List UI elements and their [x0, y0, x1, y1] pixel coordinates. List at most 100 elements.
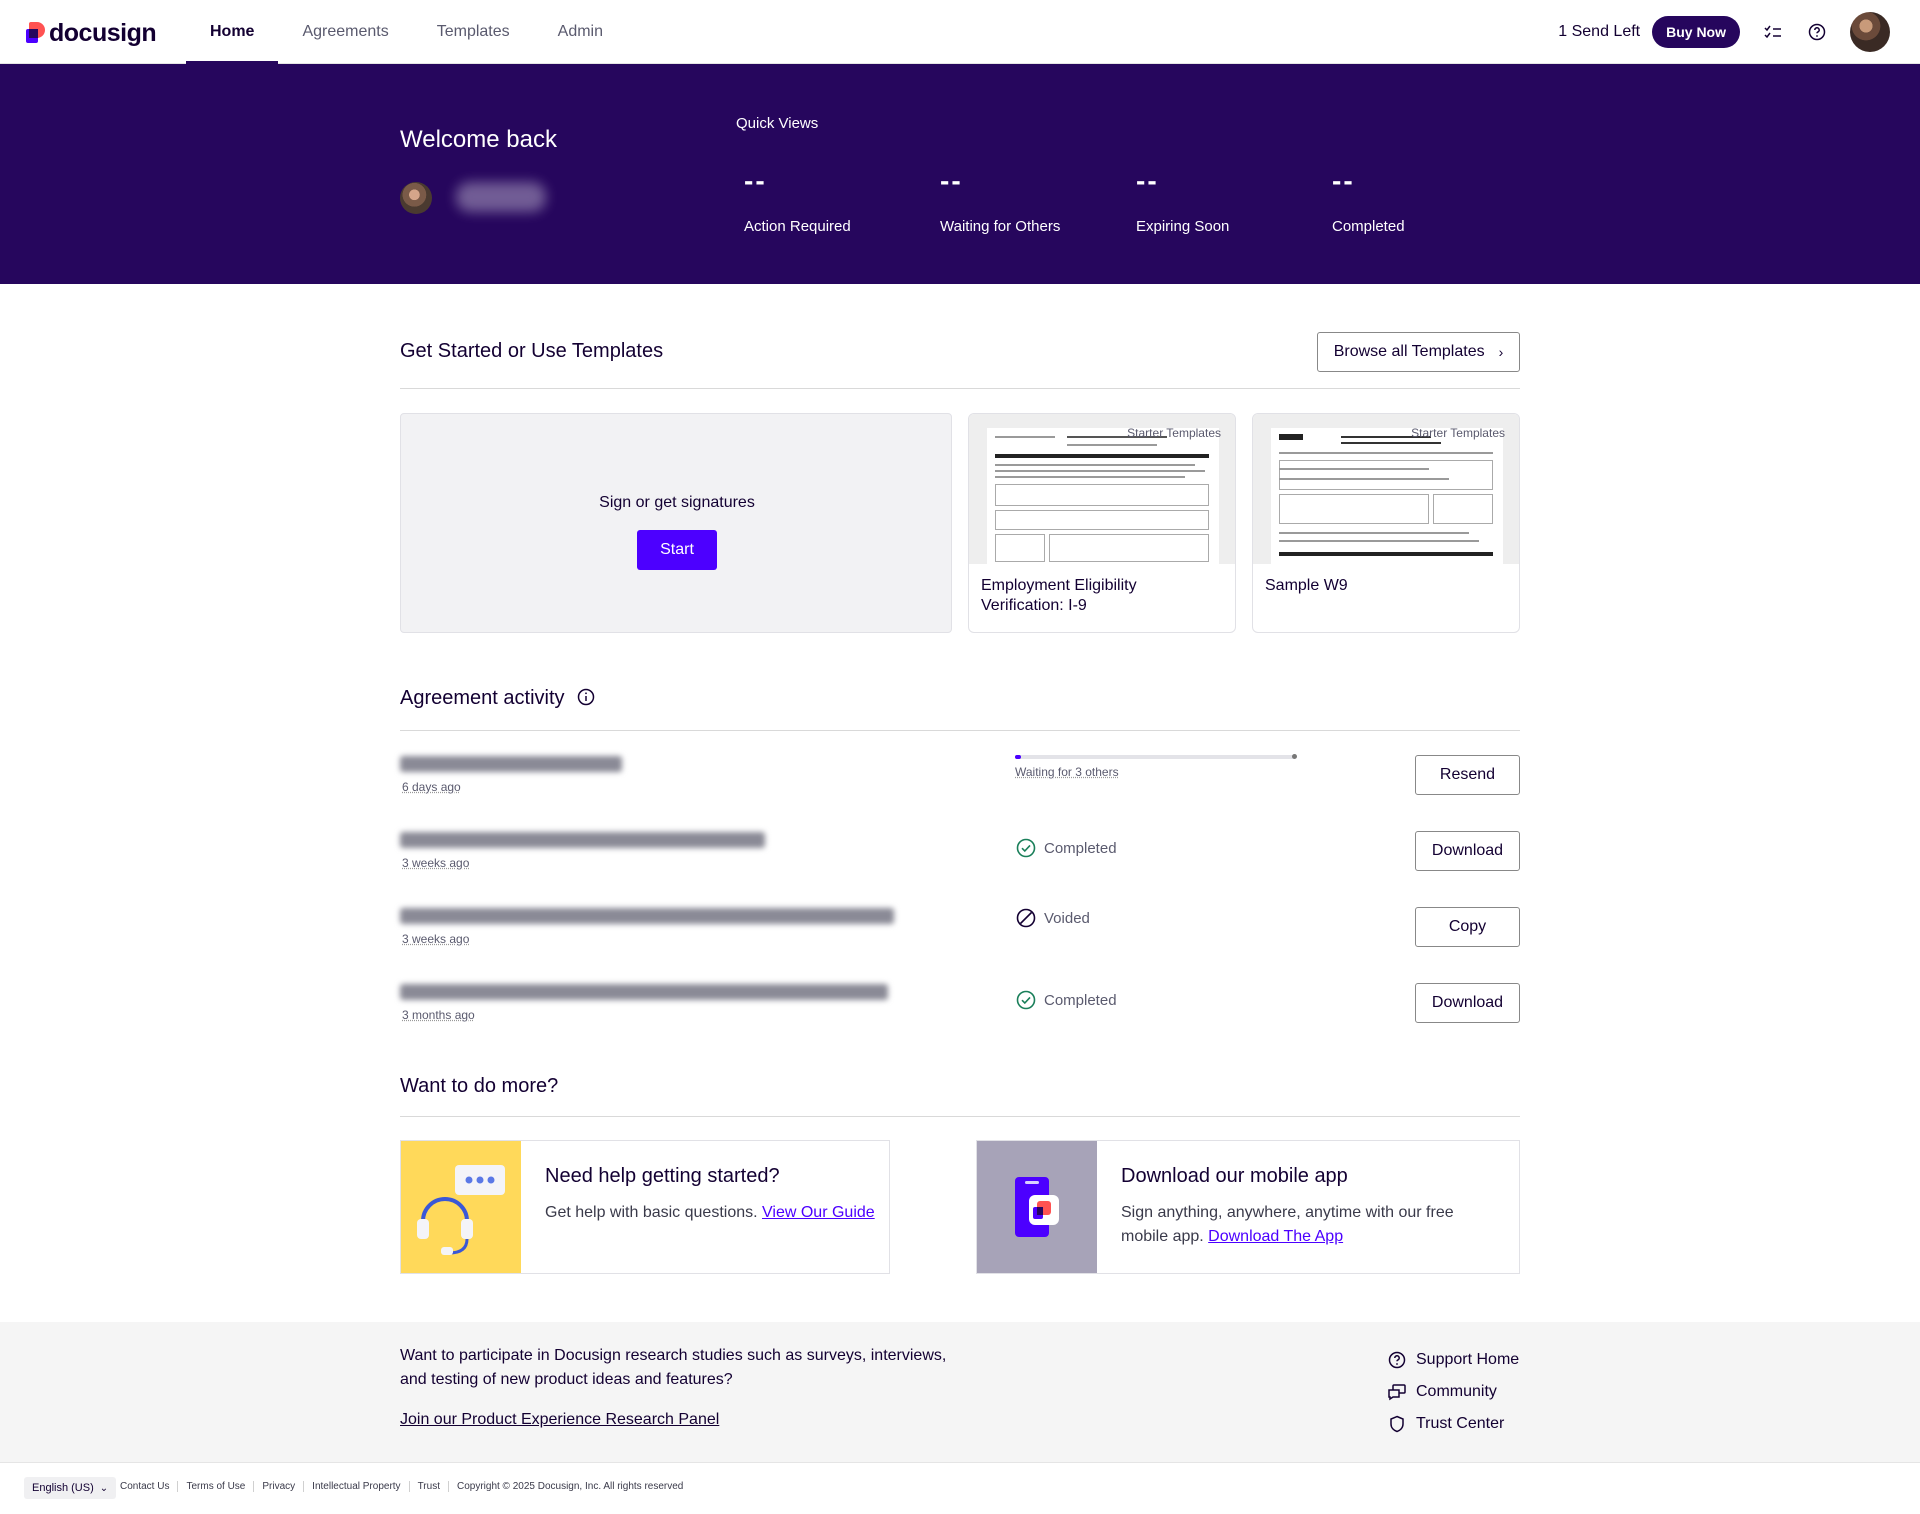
top-navigation: docusign Home Agreements Templates Admin… [0, 0, 1920, 64]
section-divider [400, 730, 1520, 731]
headset-support-icon [401, 1141, 521, 1273]
support-home-link[interactable]: Support Home [1388, 1344, 1519, 1376]
tab-agreements[interactable]: Agreements [278, 0, 412, 64]
intellectual-property-link[interactable]: Intellectual Property [304, 1481, 410, 1492]
research-panel-link[interactable]: Join our Product Experience Research Pan… [400, 1411, 719, 1429]
copy-button[interactable]: Copy [1415, 907, 1520, 947]
agreement-title-redacted[interactable] [400, 832, 765, 848]
agreement-status-completed: Completed [1016, 990, 1117, 1010]
section-divider [400, 1116, 1520, 1117]
quick-view-completed[interactable]: -- Completed [1332, 164, 1512, 235]
nav-right: 1 Send Left Buy Now [1558, 12, 1890, 52]
help-card-title: Need help getting started? [545, 1165, 780, 1187]
welcome-heading: Welcome back [400, 126, 557, 153]
quick-view-expiring-soon[interactable]: -- Expiring Soon [1136, 164, 1316, 235]
quick-view-count: -- [744, 165, 767, 196]
quick-view-action-required[interactable]: -- Action Required [744, 164, 924, 235]
download-button[interactable]: Download [1415, 831, 1520, 871]
agreement-status: Waiting for 3 others [1015, 765, 1119, 779]
language-label: English (US) [32, 1482, 94, 1494]
status-label: Completed [1044, 991, 1117, 1009]
help-card-description: Get help with basic questions. [545, 1204, 758, 1221]
help-icon[interactable] [1806, 21, 1828, 43]
nav-tabs: Home Agreements Templates Admin [186, 0, 627, 64]
start-button[interactable]: Start [637, 530, 717, 570]
chevron-right-icon: › [1498, 344, 1504, 360]
docusign-logo[interactable]: docusign [26, 18, 157, 47]
help-card-text: Get help with basic questions. View Our … [545, 1201, 875, 1225]
want-more-title: Want to do more? [400, 1075, 559, 1097]
community-link[interactable]: Community [1388, 1376, 1519, 1408]
quick-view-count: -- [1332, 165, 1355, 196]
section-divider [400, 388, 1520, 389]
template-name: Sample W9 [1265, 577, 1348, 594]
trust-link[interactable]: Trust [410, 1481, 449, 1492]
quick-view-label: Waiting for Others [940, 218, 1061, 235]
quick-view-waiting-for-others[interactable]: -- Waiting for Others [940, 164, 1120, 235]
mobile-app-title: Download our mobile app [1121, 1165, 1348, 1187]
template-card-i9[interactable]: Starter Templates Employment Eligibility… [968, 413, 1236, 633]
start-card: Sign or get signatures Start [400, 413, 952, 633]
help-card: Need help getting started? Get help with… [400, 1140, 890, 1274]
browse-templates-button[interactable]: Browse all Templates › [1317, 332, 1520, 372]
language-selector[interactable]: English (US) ⌄ [24, 1477, 117, 1499]
help-icon [1388, 1351, 1406, 1369]
quick-view-count: -- [1136, 165, 1159, 196]
download-button[interactable]: Download [1415, 983, 1520, 1023]
copyright-text: Copyright © 2025 Docusign, Inc. All righ… [456, 1481, 684, 1492]
agreement-time: 6 days ago [402, 780, 461, 794]
contact-us-link[interactable]: Contact Us [112, 1481, 179, 1492]
template-card-w9[interactable]: Starter Templates Sample W9 [1252, 413, 1520, 633]
trust-center-label: Trust Center [1416, 1415, 1505, 1432]
tab-admin[interactable]: Admin [534, 0, 627, 64]
status-label: Voided [1044, 909, 1090, 927]
community-label: Community [1416, 1383, 1497, 1400]
agreement-title-redacted[interactable] [400, 908, 894, 924]
checklist-icon[interactable] [1762, 21, 1784, 43]
agreement-title-redacted[interactable] [400, 756, 622, 772]
tab-templates[interactable]: Templates [413, 0, 534, 64]
footer-band [0, 1322, 1920, 1462]
status-label: Completed [1044, 839, 1117, 857]
template-tag: Starter Templates [1411, 426, 1505, 440]
quick-view-count: -- [940, 165, 963, 196]
privacy-link[interactable]: Privacy [254, 1481, 305, 1492]
trust-center-link[interactable]: Trust Center [1388, 1408, 1519, 1440]
mobile-app-text: Sign anything, anywhere, anytime with ou… [1121, 1201, 1481, 1249]
sends-left-text: 1 Send Left [1558, 23, 1641, 40]
hero-avatar [400, 182, 432, 214]
voided-icon [1016, 908, 1036, 928]
agreement-time: 3 weeks ago [402, 856, 470, 870]
check-circle-icon [1016, 990, 1036, 1010]
download-app-link[interactable]: Download The App [1208, 1228, 1343, 1245]
quick-views-title: Quick Views [736, 115, 819, 132]
mobile-app-icon [977, 1141, 1097, 1273]
legal-footer: English (US) ⌄ Contact Us Terms of Use P… [0, 1462, 1920, 1514]
terms-of-use-link[interactable]: Terms of Use [178, 1481, 255, 1492]
user-name-redacted [456, 182, 546, 212]
document-preview-icon [1271, 428, 1503, 564]
resend-button[interactable]: Resend [1415, 755, 1520, 795]
user-avatar[interactable] [1850, 12, 1890, 52]
start-prompt: Sign or get signatures [599, 494, 755, 511]
chevron-down-icon: ⌄ [99, 1482, 109, 1494]
agreement-activity-title: Agreement activity [400, 687, 565, 709]
get-started-title: Get Started or Use Templates [400, 340, 664, 362]
buy-now-button[interactable]: Buy Now [1652, 16, 1740, 48]
hero-banner: Welcome back Quick Views -- Action Requi… [0, 64, 1920, 284]
tab-home[interactable]: Home [186, 0, 279, 64]
agreement-title-redacted[interactable] [400, 984, 888, 1000]
legal-links: Contact Us Terms of Use Privacy Intellec… [112, 1481, 691, 1492]
logo-text: docusign [49, 18, 157, 47]
info-icon[interactable] [577, 688, 595, 706]
community-chat-icon [1388, 1384, 1406, 1401]
template-tag: Starter Templates [1127, 426, 1221, 440]
check-circle-icon [1016, 838, 1036, 858]
mobile-app-card: Download our mobile app Sign anything, a… [976, 1140, 1520, 1274]
footer-links: Support Home Community Trust Center [1388, 1344, 1519, 1440]
browse-templates-label: Browse all Templates [1333, 343, 1485, 360]
template-name: Employment Eligibility Verification: I-9 [981, 577, 1137, 614]
shield-icon [1390, 1415, 1404, 1433]
logo-mark-icon [26, 22, 45, 44]
view-guide-link[interactable]: View Our Guide [762, 1204, 875, 1221]
